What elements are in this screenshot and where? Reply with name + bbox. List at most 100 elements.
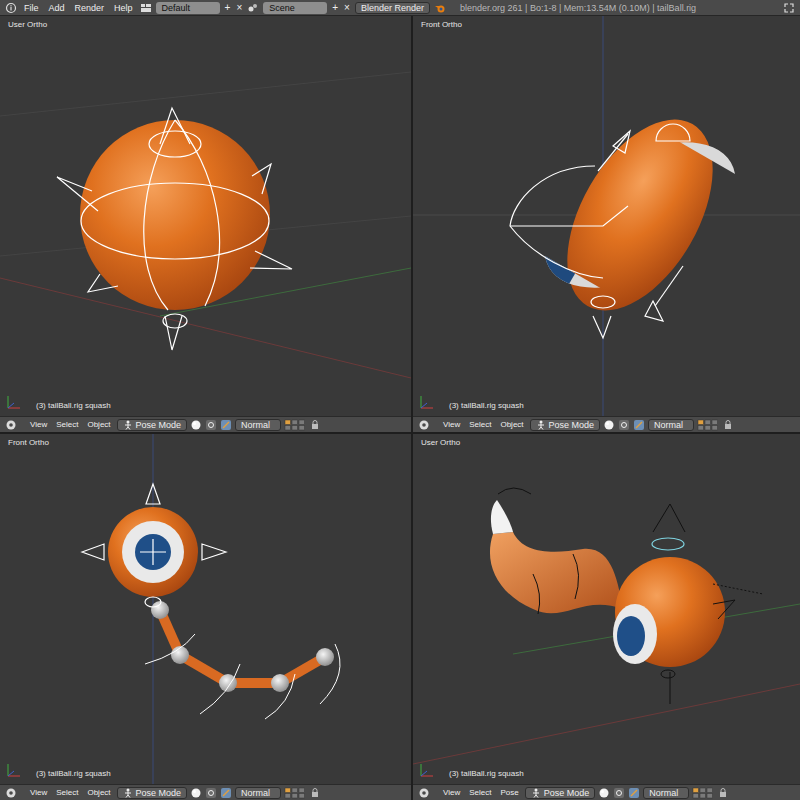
lock-icon[interactable]: [309, 787, 321, 799]
tail-segments[interactable]: [151, 601, 334, 692]
3d-viewport[interactable]: User Ortho (3) tailBall.rig squash ViewSel…: [413, 434, 800, 800]
header-menu[interactable]: Select: [53, 787, 81, 799]
mode-dropdown[interactable]: Pose Mode: [530, 419, 601, 431]
remove-scene-button[interactable]: ×: [343, 2, 351, 14]
object-status: (3) tailBall.rig squash: [36, 769, 111, 778]
eye-bones[interactable]: [82, 484, 226, 607]
ball-mesh[interactable]: [80, 120, 270, 310]
eye-tail-scene[interactable]: [413, 434, 800, 784]
orientation-dropdown[interactable]: Normal: [235, 419, 281, 431]
view-title: User Ortho: [421, 438, 460, 447]
pivot-point-icon[interactable]: [205, 419, 217, 431]
pose-mode-icon: [536, 420, 546, 430]
header-menu[interactable]: Select: [53, 419, 81, 431]
mode-dropdown[interactable]: Pose Mode: [117, 419, 188, 431]
tail-bones[interactable]: [145, 634, 340, 719]
header-menu[interactable]: Pose: [497, 787, 521, 799]
info-stats: blender.org 261 | Bo:1-8 | Mem:13.54M (0…: [460, 3, 779, 13]
viewport-shading-icon[interactable]: [190, 419, 202, 431]
eye-chain-scene[interactable]: [0, 434, 411, 784]
squash-bones[interactable]: [57, 108, 292, 350]
ball-mesh[interactable]: [108, 507, 198, 597]
viewport-canvas[interactable]: Front Ortho (3) tailBall.rig squash: [0, 434, 411, 784]
viewport-shading-icon[interactable]: [190, 787, 202, 799]
mode-dropdown[interactable]: Pose Mode: [525, 787, 596, 799]
header-menu[interactable]: Object: [497, 419, 526, 431]
manipulator-icon[interactable]: [633, 419, 645, 431]
viewport-header: ViewSelectObject Pose Mode Normal: [0, 784, 411, 800]
add-scene-button[interactable]: +: [331, 2, 339, 14]
axis-gizmo-icon: [6, 394, 22, 410]
header-menu[interactable]: Select: [466, 419, 494, 431]
header-menu[interactable]: View: [27, 419, 50, 431]
header-menu[interactable]: Select: [466, 787, 494, 799]
editor-type-icon[interactable]: [5, 419, 17, 431]
tail-mesh[interactable]: [490, 532, 623, 613]
mode-dropdown[interactable]: Pose Mode: [117, 787, 188, 799]
orientation-dropdown[interactable]: Normal: [648, 419, 694, 431]
viewport-grid: User Ortho(3) tailBall.rig squashViewSel…: [0, 16, 800, 800]
view-title: Front Ortho: [8, 438, 49, 447]
axis-gizmo-icon: [419, 394, 435, 410]
header-menu[interactable]: View: [440, 787, 463, 799]
viewport-shading-icon[interactable]: [603, 419, 615, 431]
manipulator-icon[interactable]: [220, 787, 232, 799]
main-menu[interactable]: File: [21, 2, 42, 14]
main-menu[interactable]: Add: [46, 2, 68, 14]
layers-icon[interactable]: [692, 787, 714, 799]
3d-viewport[interactable]: Front Ortho (3) tailBall.rig squash ViewSe…: [0, 434, 411, 800]
screen-field[interactable]: Default: [156, 2, 220, 14]
screen-layout-icon[interactable]: [140, 2, 152, 14]
scene-field[interactable]: Scene: [263, 2, 327, 14]
info-editor-icon[interactable]: [5, 2, 17, 14]
blender-logo-icon: [434, 2, 446, 14]
main-menu[interactable]: Help: [111, 2, 136, 14]
eye-iris: [135, 534, 171, 570]
selected-bone[interactable]: [652, 538, 684, 550]
editor-type-icon[interactable]: [5, 787, 17, 799]
header-menu[interactable]: Object: [84, 787, 113, 799]
object-status: (3) tailBall.rig squash: [36, 401, 111, 410]
tail-bones[interactable]: [498, 488, 763, 704]
layers-icon[interactable]: [697, 419, 719, 431]
scene-icon[interactable]: [247, 2, 259, 14]
add-screen-button[interactable]: +: [224, 2, 232, 14]
squash-bones[interactable]: [510, 124, 690, 338]
pose-mode-icon: [123, 420, 133, 430]
header-menu[interactable]: View: [27, 787, 50, 799]
layers-icon[interactable]: [284, 787, 306, 799]
header-menu[interactable]: View: [440, 419, 463, 431]
remove-screen-button[interactable]: ×: [235, 2, 243, 14]
viewport-canvas[interactable]: User Ortho (3) tailBall.rig squash: [413, 434, 800, 784]
viewport-canvas[interactable]: User Ortho(3) tailBall.rig squash: [0, 16, 411, 416]
orientation-dropdown[interactable]: Normal: [235, 787, 281, 799]
rig-sphere-scene[interactable]: [0, 16, 411, 416]
editor-type-icon[interactable]: [418, 419, 430, 431]
viewport-header: ViewSelectObject Pose Mode Normal: [413, 416, 800, 432]
header-menu[interactable]: Object: [84, 419, 113, 431]
lock-icon[interactable]: [309, 419, 321, 431]
manipulator-icon[interactable]: [220, 419, 232, 431]
pivot-point-icon[interactable]: [618, 419, 630, 431]
pivot-point-icon[interactable]: [205, 787, 217, 799]
rig-squash-scene[interactable]: [413, 16, 800, 416]
object-status: (3) tailBall.rig squash: [449, 769, 524, 778]
viewport-canvas[interactable]: Front Ortho(3) tailBall.rig squash: [413, 16, 800, 416]
editor-type-icon[interactable]: [418, 787, 430, 799]
object-status: (3) tailBall.rig squash: [449, 401, 524, 410]
orientation-dropdown[interactable]: Normal: [643, 787, 689, 799]
viewport-shading-icon[interactable]: [598, 787, 610, 799]
fullscreen-icon[interactable]: [783, 2, 795, 14]
lock-icon[interactable]: [722, 419, 734, 431]
3d-viewport[interactable]: Front Ortho(3) tailBall.rig squashViewSe…: [413, 16, 800, 432]
render-engine-dropdown[interactable]: Blender Render: [355, 2, 430, 14]
main-menu[interactable]: Render: [72, 2, 108, 14]
lock-icon[interactable]: [717, 787, 729, 799]
eye-bands: [529, 91, 755, 343]
layers-icon[interactable]: [284, 419, 306, 431]
manipulator-icon[interactable]: [628, 787, 640, 799]
pivot-point-icon[interactable]: [613, 787, 625, 799]
axis-gizmo-icon: [419, 762, 435, 778]
ball-mesh[interactable]: [537, 95, 742, 335]
3d-viewport[interactable]: User Ortho(3) tailBall.rig squash ViewSel…: [0, 16, 411, 432]
